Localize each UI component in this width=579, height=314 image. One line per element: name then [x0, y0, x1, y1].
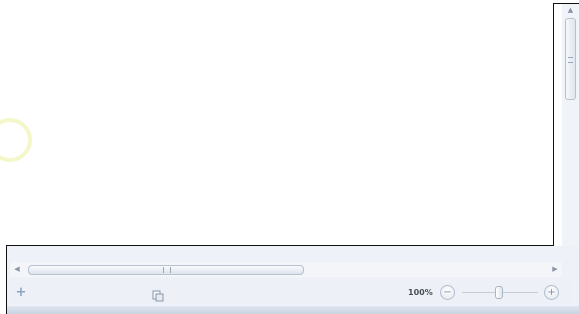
- vertical-scroll-thumb[interactable]: [565, 18, 576, 100]
- scroll-left-arrow-icon[interactable]: ◀: [10, 262, 24, 277]
- scroll-up-arrow-icon[interactable]: ▲: [562, 4, 579, 16]
- horizontal-scroll-thumb[interactable]: [28, 265, 304, 275]
- zoom-level-label: 100%: [408, 288, 433, 297]
- zoom-out-button[interactable]: −: [440, 285, 455, 300]
- scroll-right-arrow-icon[interactable]: ▶: [548, 262, 562, 277]
- plus-icon[interactable]: +: [14, 286, 28, 300]
- outline-right: [553, 3, 554, 246]
- grip-icon: [568, 57, 573, 63]
- window-bottom-edge: [7, 306, 579, 314]
- horizontal-scrollbar[interactable]: ◀ ▶: [10, 262, 562, 277]
- page-view-icon[interactable]: [152, 287, 164, 302]
- vertical-scrollbar[interactable]: ▲ ▼: [562, 4, 579, 262]
- zoom-in-button[interactable]: +: [544, 285, 559, 300]
- decorative-circle: [0, 118, 32, 162]
- document-window: ▲ ▼ ◀ ▶ + 100% − +: [0, 0, 579, 314]
- zoom-slider-thumb[interactable]: [495, 286, 503, 299]
- grip-icon: [163, 267, 171, 273]
- status-bar: + 100% − +: [10, 282, 572, 304]
